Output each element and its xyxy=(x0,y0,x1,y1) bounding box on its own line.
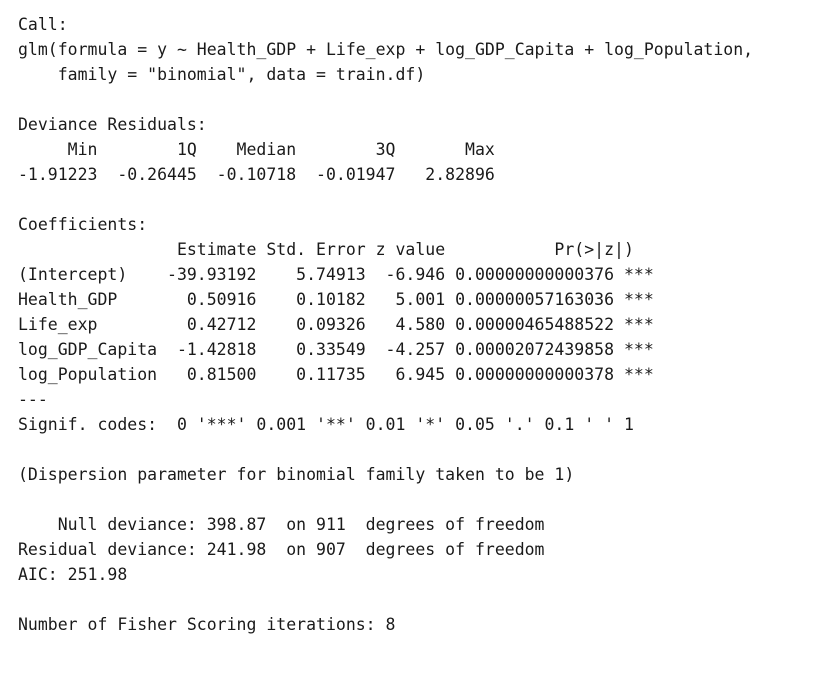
residual-deviance-line: Residual deviance: 241.98 on 907 degrees… xyxy=(18,540,545,559)
fisher-iterations-line: Number of Fisher Scoring iterations: 8 xyxy=(18,615,396,634)
coefficient-row-log-gdp-capita: log_GDP_Capita -1.42818 0.33549 -4.257 0… xyxy=(18,340,654,359)
null-deviance-line: Null deviance: 398.87 on 911 degrees of … xyxy=(18,515,545,534)
call-header: Call: xyxy=(18,15,68,34)
coefficient-row-intercept: (Intercept) -39.93192 5.74913 -6.946 0.0… xyxy=(18,265,654,284)
coefficient-row-health-gdp: Health_GDP 0.50916 0.10182 5.001 0.00000… xyxy=(18,290,654,309)
deviance-residuals-values: -1.91223 -0.26445 -0.10718 -0.01947 2.82… xyxy=(18,165,515,184)
coefficients-header: Coefficients: xyxy=(18,215,148,234)
dispersion-line: (Dispersion parameter for binomial famil… xyxy=(18,465,575,484)
coefficient-row-life-exp: Life_exp 0.42712 0.09326 4.580 0.0000046… xyxy=(18,315,654,334)
coefficient-row-log-population: log_Population 0.81500 0.11735 6.945 0.0… xyxy=(18,365,654,384)
deviance-residuals-header: Deviance Residuals: xyxy=(18,115,207,134)
separator-line: --- xyxy=(18,390,48,409)
coefficients-column-headers: Estimate Std. Error z value Pr(>|z|) xyxy=(18,240,674,259)
aic-line: AIC: 251.98 xyxy=(18,565,128,584)
call-family-line: family = "binomial", data = train.df) xyxy=(18,65,426,84)
deviance-residuals-labels: Min 1Q Median 3Q Max xyxy=(18,140,515,159)
glm-summary-output: Call: glm(formula = y ~ Health_GDP + Lif… xyxy=(18,12,828,637)
call-formula-line: glm(formula = y ~ Health_GDP + Life_exp … xyxy=(18,40,754,59)
signif-codes-line: Signif. codes: 0 '***' 0.001 '**' 0.01 '… xyxy=(18,415,634,434)
